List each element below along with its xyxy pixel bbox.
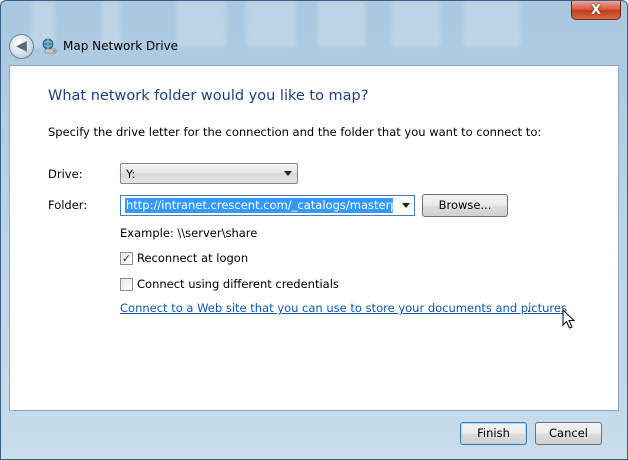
drive-value: Y: — [126, 167, 136, 181]
back-button[interactable]: ◀ — [9, 33, 34, 59]
mouse-pointer-icon — [562, 309, 576, 329]
close-button[interactable]: X — [571, 1, 621, 20]
web-site-link-period: . — [527, 301, 531, 315]
window-title: Map Network Drive — [63, 39, 179, 53]
folder-label: Folder: — [48, 198, 88, 212]
web-site-link[interactable]: Connect to a Web site that you can use t… — [120, 301, 567, 315]
checkmark-icon: ✓ — [121, 251, 132, 265]
button-bar: Finish Cancel — [1, 411, 627, 459]
folder-input[interactable]: http://intranet.crescent.com/_catalogs/m… — [120, 195, 415, 216]
instructions-text: Specify the drive letter for the connect… — [48, 125, 542, 139]
close-icon: X — [590, 2, 602, 18]
title-bar: ◀ Map Network Drive — [9, 29, 409, 63]
different-credentials-option[interactable]: Connect using different credentials — [120, 277, 339, 291]
drive-label: Drive: — [48, 167, 83, 181]
chevron-down-icon — [284, 171, 292, 176]
chevron-down-icon[interactable] — [402, 203, 410, 208]
example-text: Example: \\server\share — [120, 226, 258, 240]
glass-background-shape — [463, 1, 521, 47]
different-credentials-checkbox[interactable] — [120, 277, 133, 291]
different-credentials-label[interactable]: Connect using different credentials — [137, 277, 339, 291]
browse-button[interactable]: Browse... — [422, 194, 508, 217]
network-drive-icon — [42, 38, 57, 54]
reconnect-option[interactable]: ✓ Reconnect at logon — [120, 251, 248, 265]
reconnect-label[interactable]: Reconnect at logon — [137, 251, 248, 265]
content-panel: What network folder would you like to ma… — [9, 65, 619, 411]
cancel-button[interactable]: Cancel — [535, 422, 602, 445]
finish-button[interactable]: Finish — [460, 422, 527, 445]
back-arrow-icon: ◀ — [16, 38, 27, 54]
folder-value: http://intranet.crescent.com/_catalogs/m… — [125, 198, 393, 213]
drive-dropdown[interactable]: Y: — [120, 163, 298, 184]
reconnect-checkbox[interactable]: ✓ — [120, 251, 133, 265]
map-network-drive-window: X ◀ Map Network Drive What network folde… — [0, 0, 628, 460]
page-heading: What network folder would you like to ma… — [48, 88, 369, 104]
